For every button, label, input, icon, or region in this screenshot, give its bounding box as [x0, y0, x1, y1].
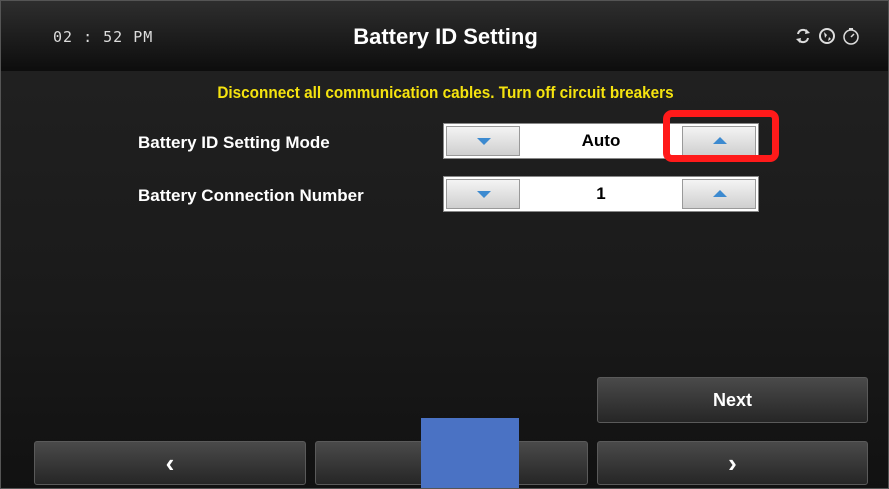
previous-nav-button[interactable]: ‹	[34, 441, 306, 485]
mode-value: Auto	[581, 131, 621, 150]
arrow-up-icon	[713, 190, 727, 197]
warning-message: Disconnect all communication cables. Tur…	[217, 83, 674, 102]
header-bar: 02 : 52 PM Battery ID Setting	[1, 1, 888, 71]
gauge-icon	[842, 27, 860, 45]
battery-connection-number-label: Battery Connection Number	[138, 186, 364, 205]
connection-number-value: 1	[596, 184, 606, 203]
arrow-down-icon	[477, 138, 491, 145]
mode-decrement-button[interactable]	[446, 126, 520, 156]
globe-icon	[818, 27, 836, 45]
battery-connection-number-stepper: 1	[443, 176, 759, 212]
next-nav-button[interactable]: ›	[597, 441, 868, 485]
arrow-down-icon	[477, 191, 491, 198]
next-button[interactable]: Next	[597, 377, 868, 423]
page-title: Battery ID Setting	[353, 24, 538, 49]
connection-decrement-button[interactable]	[446, 179, 520, 209]
battery-id-setting-screen: 02 : 52 PM Battery ID Setting Disconnect…	[0, 0, 889, 489]
blue-overlay-block	[421, 418, 519, 488]
highlight-annotation	[663, 110, 779, 162]
battery-id-setting-mode-label: Battery ID Setting Mode	[138, 133, 330, 152]
sync-icon	[794, 27, 812, 45]
connection-increment-button[interactable]	[682, 179, 756, 209]
status-icons	[794, 27, 860, 45]
